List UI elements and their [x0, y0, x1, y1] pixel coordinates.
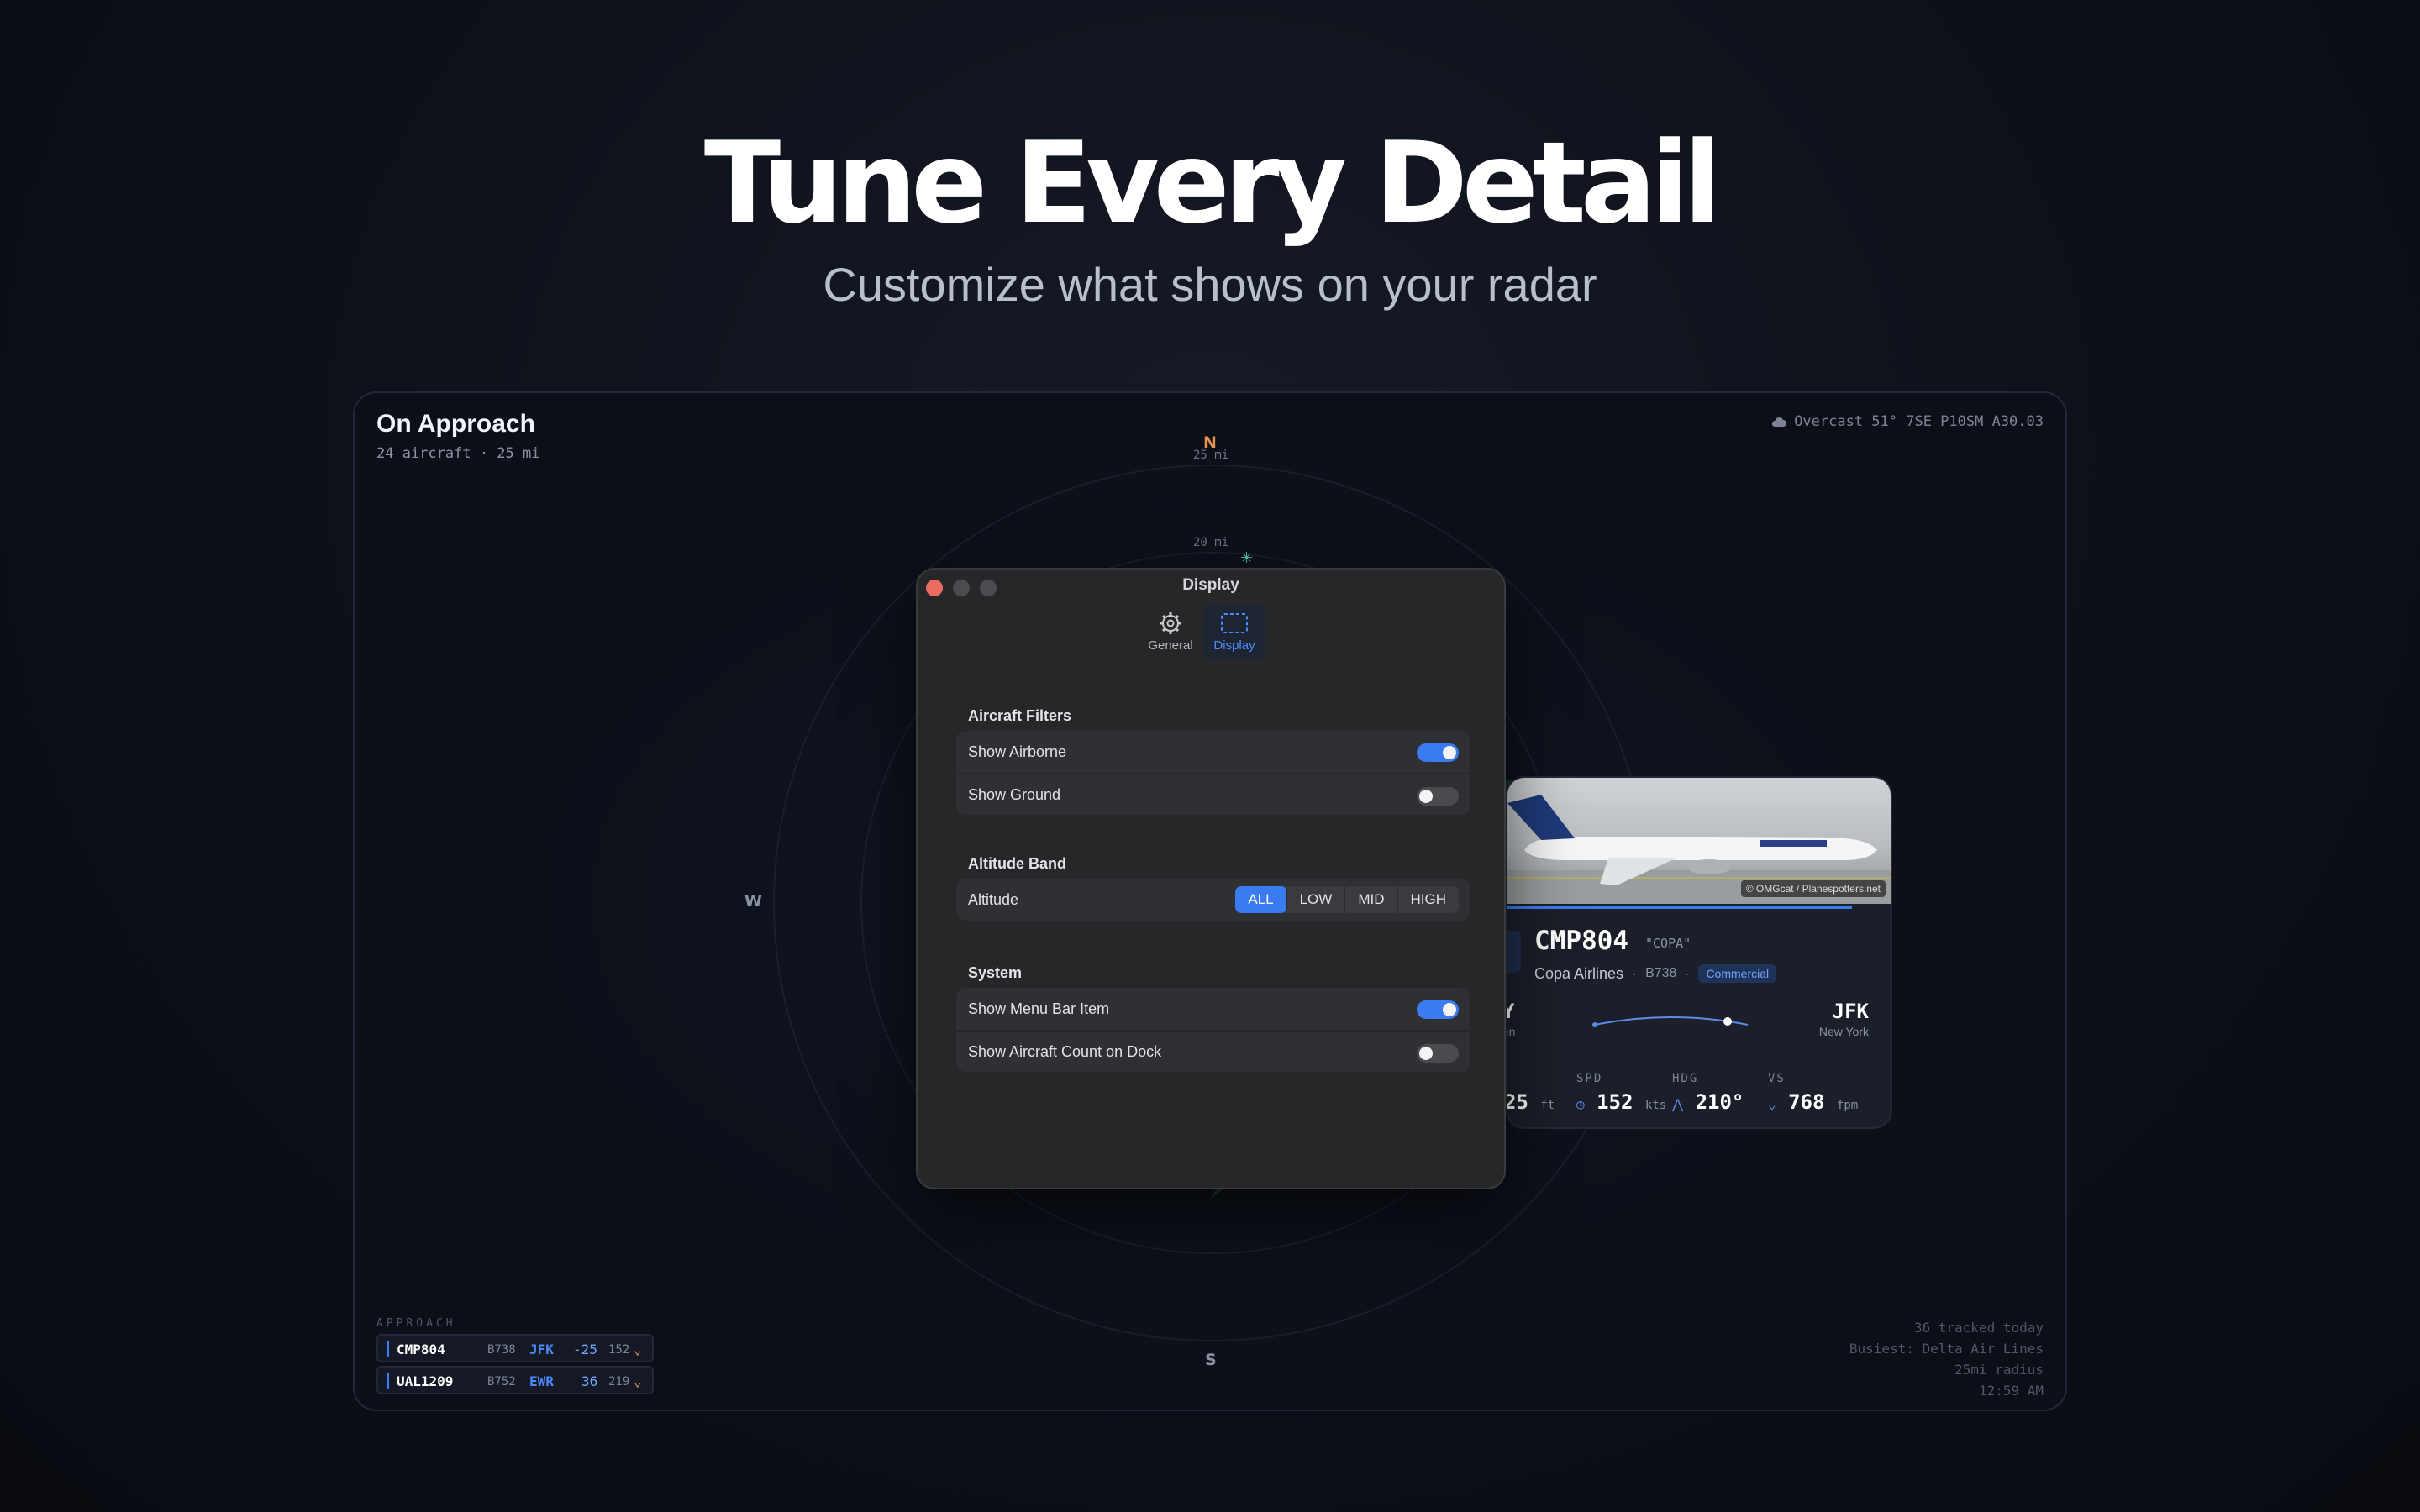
compass-west: W	[744, 892, 762, 911]
altitude-label: Altitude	[968, 890, 1019, 908]
stat-heading-label: HDG	[1672, 1072, 1699, 1085]
altitude-option-mid[interactable]: MID	[1345, 886, 1398, 913]
altitude-row: Altitude ALL LOW MID HIGH	[956, 879, 1470, 921]
stat-heading: ⋀ 210°	[1672, 1090, 1744, 1114]
chevron-down-icon: ⌄	[1768, 1096, 1776, 1112]
show-dock-count-label: Show Aircraft Count on Dock	[968, 1042, 1162, 1060]
airline-name: Copa Airlines	[1534, 964, 1624, 982]
tracked-count: 36 tracked today	[1913, 1320, 2044, 1336]
flight-row[interactable]: UAL1209 B752 EWR 36 219 ⌄	[376, 1366, 654, 1394]
stat-vs: ⌄ 768 fpm	[1768, 1090, 1859, 1114]
window-title: Display	[1182, 576, 1239, 594]
progress-bar	[1507, 906, 1852, 909]
show-menu-bar-row: Show Menu Bar Item	[956, 988, 1470, 1030]
callsign: CMP804	[1534, 926, 1628, 956]
busiest-airline: Busiest: Delta Air Lines	[1849, 1341, 2044, 1357]
destination-city: New York	[1818, 1025, 1869, 1038]
callsign-nickname: "COPA"	[1645, 936, 1691, 951]
show-airborne-label: Show Airborne	[968, 743, 1067, 760]
stat-speed: ◷ 152 kts	[1576, 1090, 1667, 1114]
weather-status: Overcast 51° 7SE P10SM A30.03	[1770, 413, 2044, 430]
flight-speed: 219	[608, 1375, 630, 1389]
compass-south: S	[1205, 1351, 1217, 1369]
altitude-band-heading: Altitude Band	[968, 855, 1066, 872]
show-menu-bar-toggle[interactable]	[1417, 1000, 1459, 1019]
show-ground-label: Show Ground	[968, 785, 1061, 803]
flight-alt: -25	[573, 1341, 597, 1357]
system-heading: System	[968, 964, 1023, 981]
flight-callsign: UAL1209	[397, 1373, 454, 1389]
summary-stats: 36 tracked today Busiest: Delta Air Line…	[1849, 1317, 2044, 1401]
tab-general[interactable]: General	[1139, 605, 1202, 659]
flight-type: B738	[487, 1343, 516, 1357]
origin-code: Y	[1507, 1000, 1514, 1023]
app-window: On Approach 24 aircraft · 25 mi Overcast…	[353, 391, 2067, 1411]
range-label-20: 20 mi	[1193, 536, 1229, 549]
show-ground-toggle[interactable]	[1417, 787, 1459, 806]
origin-city: nen	[1507, 1025, 1516, 1038]
gear-icon	[1160, 612, 1181, 634]
show-airborne-toggle[interactable]	[1417, 743, 1459, 762]
app-title: On Approach	[376, 410, 535, 438]
heading-icon: ⋀	[1672, 1096, 1684, 1112]
chevron-down-icon: ⌄	[634, 1341, 642, 1357]
altitude-option-low[interactable]: LOW	[1287, 886, 1346, 913]
tab-display[interactable]: Display	[1203, 605, 1265, 659]
flight-type: B752	[487, 1375, 516, 1389]
approach-label: APPROACH	[376, 1317, 456, 1330]
flight-dest: EWR	[529, 1373, 554, 1389]
system-group: Show Menu Bar Item Show Aircraft Count o…	[956, 988, 1470, 1072]
airline-row: Copa Airlines · B738 · Commercial	[1534, 964, 1777, 983]
settings-window[interactable]: Display General Display Aircraft Filters…	[916, 568, 1506, 1189]
photo-credit: © OMGcat / Planespotters.net	[1740, 880, 1886, 897]
aircraft-count: 24 aircraft · 25 mi	[376, 445, 540, 462]
show-dock-count-toggle[interactable]	[1417, 1044, 1459, 1063]
range-label-25: 25 mi	[1193, 449, 1229, 462]
stat-altitude: 25 ft	[1506, 1090, 1555, 1114]
radius-label: 25mi radius	[1954, 1362, 2044, 1378]
stat-vs-label: VS	[1768, 1072, 1786, 1085]
destination-code: JFK	[1832, 1000, 1869, 1023]
aircraft-filters-heading: Aircraft Filters	[968, 707, 1072, 724]
aircraft-detail-card[interactable]: © OMGcat / Planespotters.net CMP804 "COP…	[1506, 776, 1892, 1129]
show-menu-bar-label: Show Menu Bar Item	[968, 1000, 1110, 1017]
aircraft-photo: © OMGcat / Planespotters.net	[1507, 778, 1891, 904]
flight-row[interactable]: CMP804 B738 JFK -25 152 ⌄	[376, 1334, 654, 1362]
display-icon	[1221, 613, 1248, 633]
flight-speed: 152	[608, 1343, 630, 1357]
show-airborne-row: Show Airborne	[956, 731, 1470, 773]
weather-text: Overcast 51° 7SE P10SM A30.03	[1794, 413, 2044, 430]
altitude-option-high[interactable]: HIGH	[1398, 886, 1460, 913]
aircraft-marker[interactable]: ✳	[1240, 549, 1253, 567]
clock-time: 12:59 AM	[1978, 1383, 2044, 1399]
show-dock-count-row: Show Aircraft Count on Dock	[956, 1030, 1470, 1072]
flight-dest: JFK	[529, 1341, 554, 1357]
altitude-segmented-control[interactable]: ALL LOW MID HIGH	[1235, 886, 1459, 913]
aircraft-filters-group: Show Airborne Show Ground	[956, 731, 1470, 815]
tab-display-label: Display	[1213, 638, 1255, 653]
chevron-down-icon: ⌄	[634, 1373, 642, 1389]
hero-subtitle: Customize what shows on your radar	[823, 258, 1597, 311]
category-badge: Commercial	[1698, 964, 1777, 983]
cloud-icon	[1771, 417, 1787, 427]
stat-speed-label: SPD	[1576, 1072, 1603, 1085]
flight-alt: 36	[581, 1373, 598, 1389]
show-ground-row: Show Ground	[956, 773, 1470, 815]
speed-icon: ◷	[1576, 1096, 1585, 1112]
aircraft-type: B738	[1645, 966, 1677, 980]
airline-logo	[1507, 931, 1521, 973]
flight-callsign: CMP804	[397, 1341, 445, 1357]
altitude-option-all[interactable]: ALL	[1235, 886, 1287, 913]
route-arc	[1592, 1016, 1749, 1027]
altitude-band-group: Altitude ALL LOW MID HIGH	[956, 879, 1470, 921]
tab-general-label: General	[1148, 638, 1193, 653]
hero-title: Tune Every Detail	[703, 118, 1722, 249]
